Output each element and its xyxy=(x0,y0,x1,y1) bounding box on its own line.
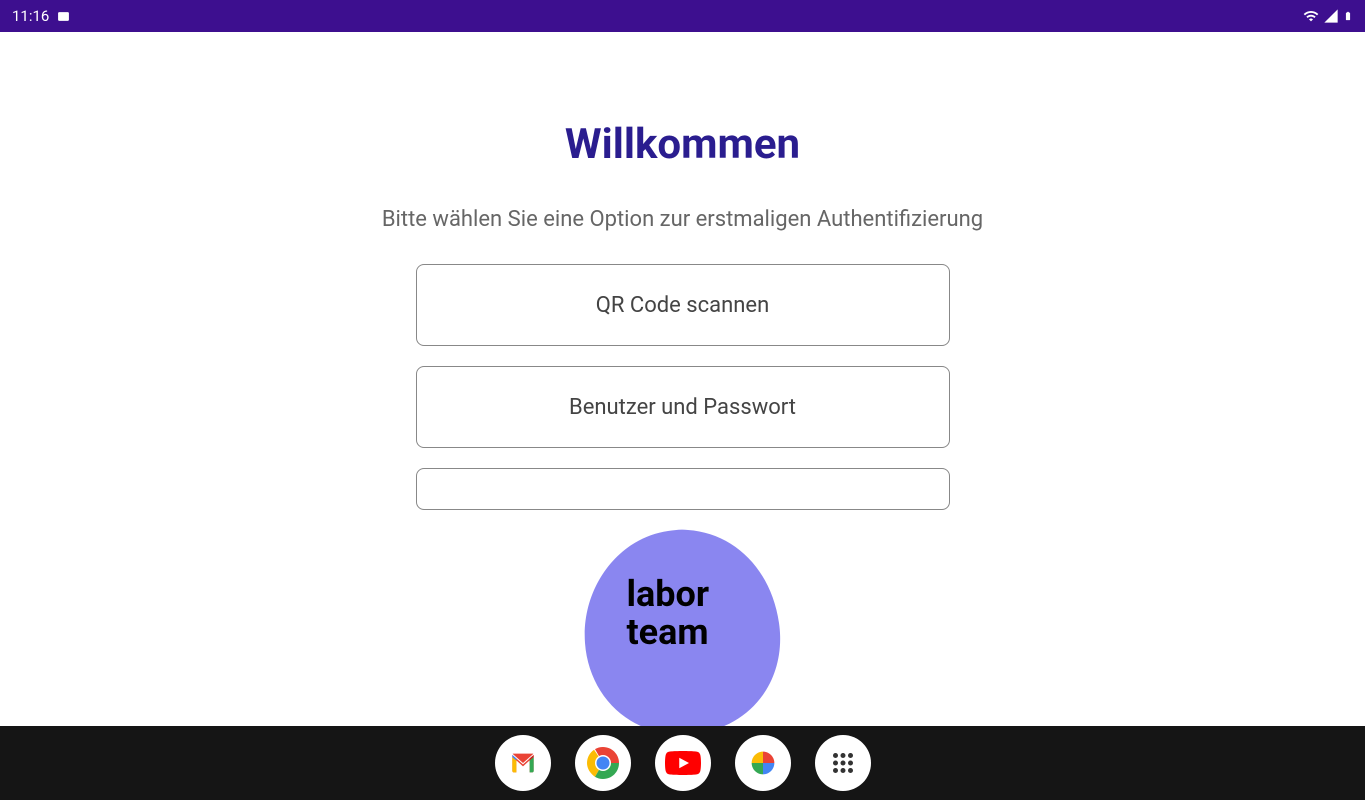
third-auth-button[interactable] xyxy=(416,468,950,510)
main-content: Willkommen Bitte wählen Sie eine Option … xyxy=(0,32,1365,736)
status-right xyxy=(1303,8,1353,24)
logo-blob: labor team xyxy=(583,528,783,736)
logo-line-1: labor xyxy=(627,576,710,614)
battery-icon xyxy=(1343,8,1353,24)
welcome-title: Willkommen xyxy=(565,120,800,169)
wifi-icon xyxy=(1303,8,1319,24)
nav-bar xyxy=(0,726,1365,800)
signal-icon xyxy=(1323,8,1339,24)
user-password-button[interactable]: Benutzer und Passwort xyxy=(416,366,950,448)
auth-subtitle: Bitte wählen Sie eine Option zur erstmal… xyxy=(382,207,983,232)
status-time: 11:16 xyxy=(12,7,49,25)
logo-text: labor team xyxy=(627,576,710,652)
app-drawer-icon[interactable] xyxy=(815,735,871,791)
logo-container: labor team xyxy=(583,528,783,736)
notification-icon xyxy=(57,10,70,23)
youtube-icon[interactable] xyxy=(655,735,711,791)
status-bar: 11:16 xyxy=(0,0,1365,32)
status-left: 11:16 xyxy=(12,7,70,25)
gmail-icon[interactable] xyxy=(495,735,551,791)
logo-line-2: team xyxy=(627,614,710,652)
qr-scan-button[interactable]: QR Code scannen xyxy=(416,264,950,346)
chrome-icon[interactable] xyxy=(575,735,631,791)
photos-icon[interactable] xyxy=(735,735,791,791)
